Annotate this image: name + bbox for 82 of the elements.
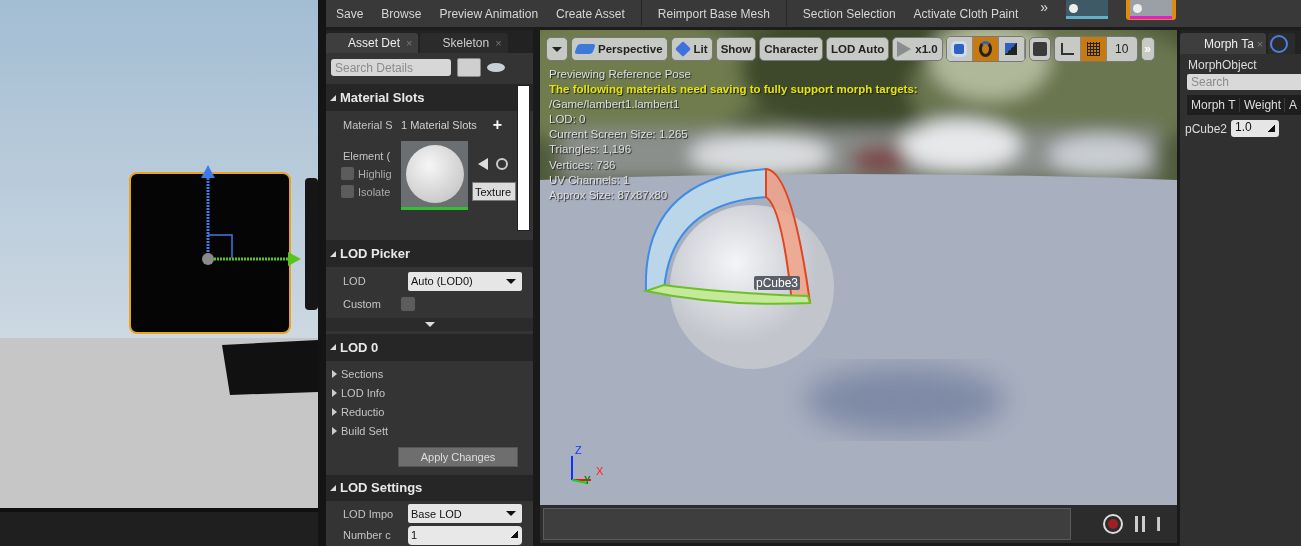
grid-size-button[interactable]: 10	[1106, 37, 1137, 61]
axis-label: Z	[575, 444, 582, 456]
property-group[interactable]: LOD Info	[332, 383, 533, 403]
panel-tab[interactable]: Morph Ta ×	[1180, 33, 1267, 54]
eye-icon[interactable]	[487, 63, 505, 73]
panel-tab[interactable]	[1268, 33, 1296, 54]
overflow-button[interactable]: »	[1040, 0, 1049, 27]
scrollbar[interactable]	[517, 85, 530, 231]
info-text: LOD: 0	[549, 112, 587, 128]
record-button[interactable]	[1103, 514, 1124, 534]
checkbox-label: Isolate	[358, 185, 392, 198]
section-header[interactable]: Material Slots	[326, 84, 533, 111]
property-label: LOD Impo	[343, 507, 395, 520]
warning-text: The following materials need saving to fully support morph targets:	[549, 82, 918, 98]
arrow-left-icon[interactable]	[478, 158, 488, 171]
lit-button[interactable]: Lit	[670, 37, 713, 61]
property-label: Custom	[343, 297, 382, 310]
perspective-button[interactable]: Perspective	[571, 37, 668, 61]
section-header[interactable]: LOD Picker	[326, 240, 533, 267]
search-field[interactable]: Search Details	[331, 59, 451, 77]
viewport-button[interactable]: Show	[715, 37, 757, 61]
number-field[interactable]: 1	[408, 525, 522, 545]
material-thumbnail[interactable]	[401, 141, 468, 211]
toolbar-button[interactable]: Preview Animation	[437, 7, 541, 27]
section-header[interactable]: LOD 0	[326, 334, 533, 361]
scale-tool-button[interactable]	[998, 37, 1025, 61]
column-header[interactable]: Weight	[1240, 98, 1285, 112]
play-speed-button[interactable]: x1.0	[892, 37, 943, 61]
snap-button[interactable]	[1054, 37, 1081, 61]
property-group[interactable]: Build Sett	[332, 421, 533, 441]
toolbar-button[interactable]: Section Selection	[800, 7, 898, 27]
weight-field[interactable]: 1.0	[1231, 120, 1280, 137]
search-icon[interactable]	[496, 158, 508, 171]
add-button[interactable]: +	[492, 116, 503, 135]
property-group[interactable]: Reductio	[332, 402, 533, 422]
lod-import-dropdown[interactable]: Base LOD	[408, 504, 522, 524]
lod-dropdown[interactable]: Auto (LOD0)	[408, 271, 522, 291]
table-cell: pCube2	[1185, 121, 1228, 136]
info-icon	[1270, 34, 1289, 53]
translate-tool-button[interactable]	[946, 37, 973, 61]
apply-changes-button[interactable]: Apply Changes	[398, 446, 518, 467]
checkbox[interactable]	[341, 185, 354, 199]
toolbar-button[interactable]: Create Asset	[554, 7, 627, 27]
object-name: MorphObject	[1187, 57, 1258, 74]
texture-button[interactable]: Texture	[472, 182, 516, 202]
checkbox[interactable]	[401, 296, 415, 311]
expand-icon[interactable]	[424, 321, 435, 327]
search-field[interactable]: Search	[1187, 74, 1301, 90]
list-view-button[interactable]	[457, 58, 481, 78]
info-text: /Game/lambert1.lambert1	[549, 97, 681, 113]
toolbar-button[interactable]: Activate Cloth Paint	[911, 7, 1021, 27]
surface-snap-button[interactable]	[1028, 37, 1051, 61]
section-header[interactable]: LOD Settings	[326, 474, 533, 502]
property-group[interactable]: Sections	[332, 364, 533, 384]
viewport-menu-button[interactable]	[546, 37, 568, 61]
property-value: 1 Material Slots	[401, 119, 477, 132]
panel-tab[interactable]: Skeleton ×	[420, 33, 508, 54]
asset-thumbnail[interactable]	[1126, 0, 1177, 20]
object-label: pCube3	[754, 276, 801, 290]
panel-tab[interactable]: Asset Det ×	[326, 33, 419, 54]
rotate-tool-button[interactable]	[972, 37, 999, 61]
column-header[interactable]: Morph T	[1187, 98, 1240, 112]
property-label: LOD	[343, 275, 367, 288]
property-label: Element (	[343, 150, 392, 163]
info-text: Current Screen Size: 1.265	[549, 127, 689, 143]
grid-snap-button[interactable]	[1080, 37, 1107, 61]
property-label: Number c	[343, 529, 392, 542]
info-text: Approx Size: 87x87x80	[549, 187, 669, 203]
toolbar-button[interactable]: Save	[334, 7, 366, 27]
pause-button[interactable]	[1135, 516, 1146, 532]
property-label: Material S	[343, 119, 394, 132]
toolbar-button[interactable]: Reimport Base Mesh	[655, 7, 772, 27]
axis-indicator-drawing	[571, 455, 593, 484]
checkbox-label: Highlig	[358, 167, 392, 180]
column-header[interactable]: A	[1285, 98, 1297, 112]
axis-label: X	[596, 465, 604, 477]
info-text: Previewing Reference Pose	[549, 67, 692, 82]
toolbar-button[interactable]: Browse	[379, 7, 424, 27]
caret-icon	[552, 46, 562, 52]
viewport-button[interactable]: LOD Auto	[826, 37, 890, 61]
checkbox[interactable]	[341, 167, 354, 181]
viewport-button[interactable]: Character	[759, 37, 823, 61]
